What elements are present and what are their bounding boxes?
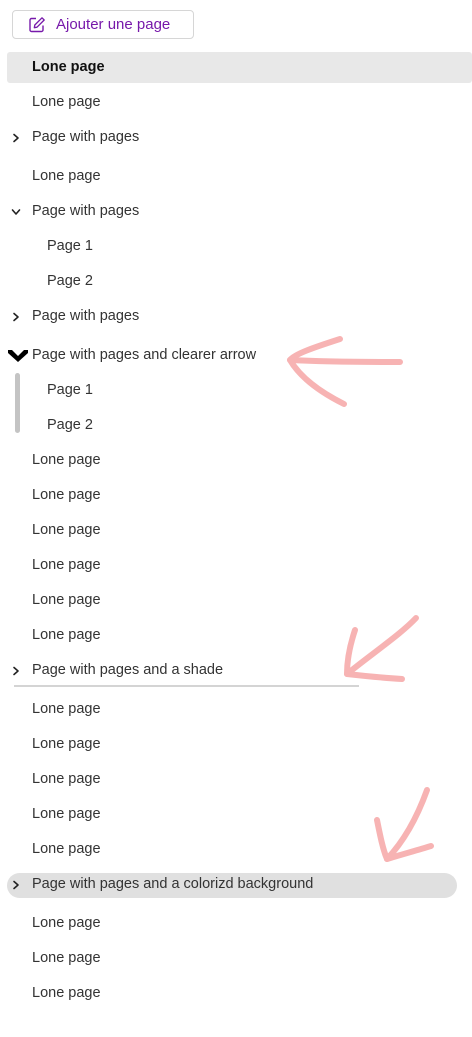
annotation-arrow-1 [287,336,403,407]
annotation-arrow-2 [344,615,419,682]
annotation-arrow-3 [374,787,434,862]
pink-arrow-annotations [287,336,434,862]
